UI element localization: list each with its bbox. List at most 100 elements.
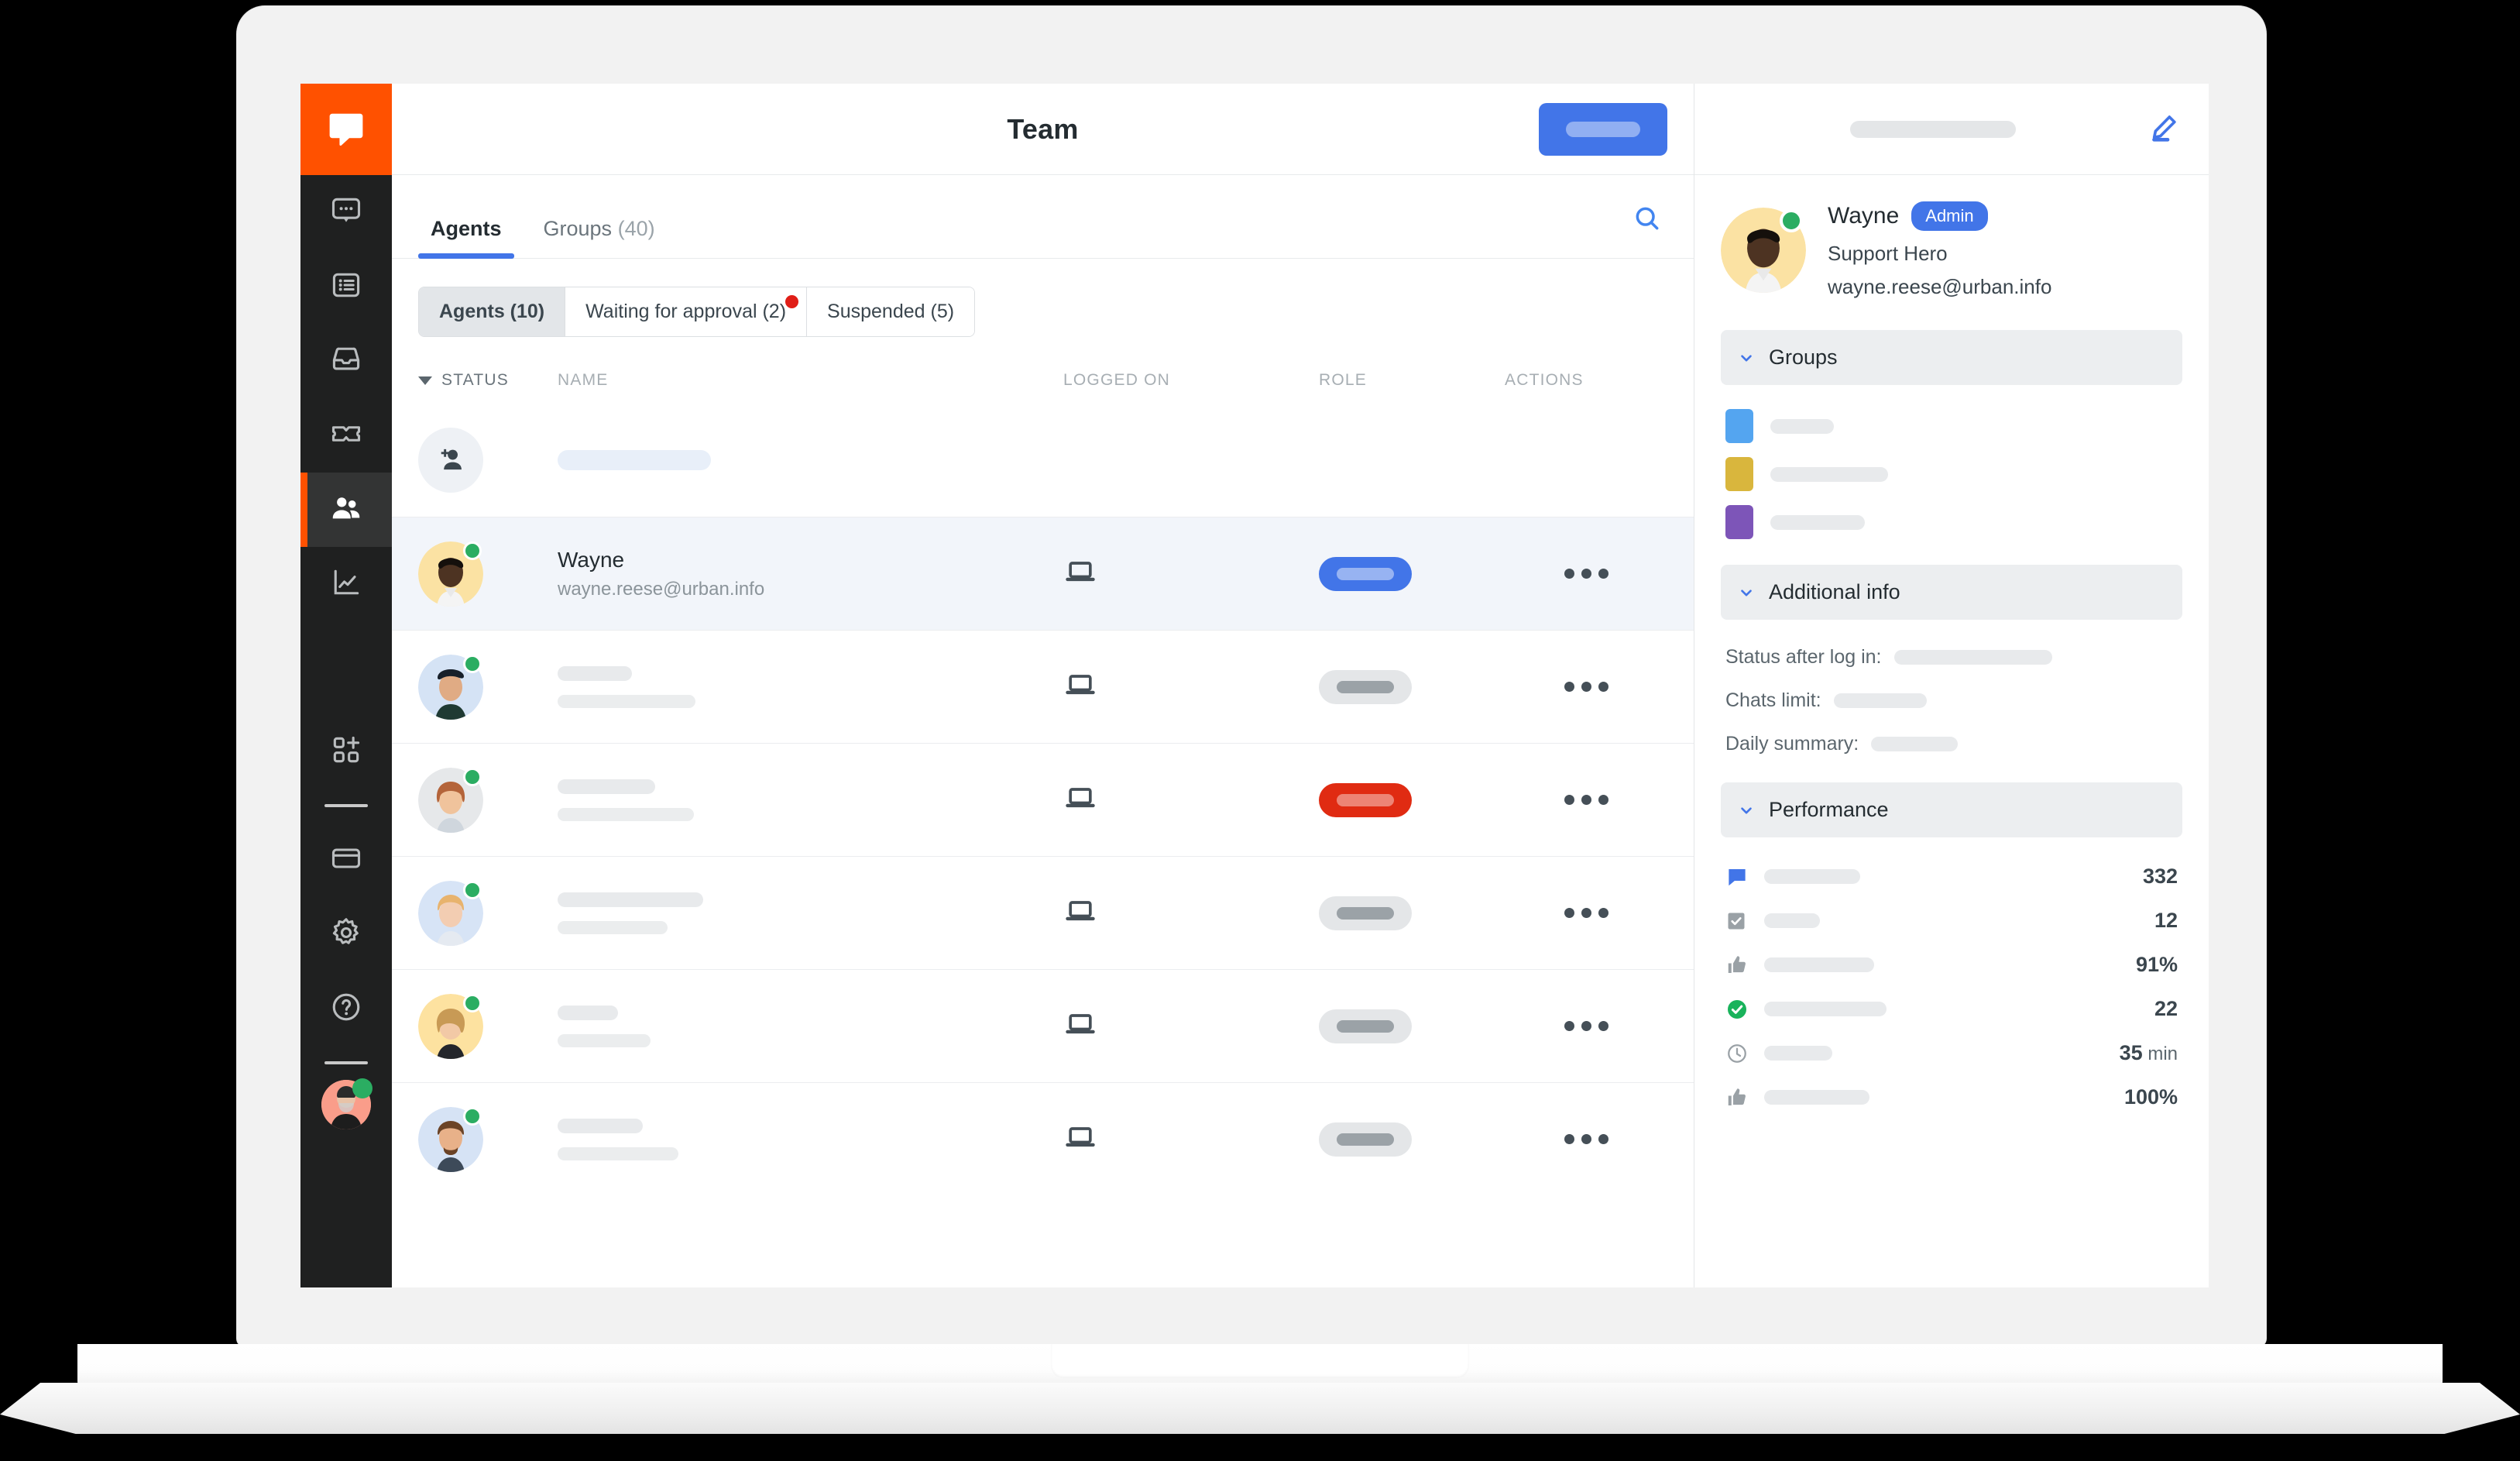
laptop-icon bbox=[1063, 1014, 1097, 1044]
metric-row: 91% bbox=[1725, 943, 2178, 987]
redacted-group-name bbox=[1770, 514, 1865, 530]
checkbox-grey-icon bbox=[1725, 910, 1760, 932]
table-row[interactable] bbox=[392, 743, 1694, 856]
laptop-icon bbox=[1063, 1127, 1097, 1157]
apps-plus-icon bbox=[329, 733, 363, 771]
agent-details-panel: Wayne Admin Support Hero wayne.reese@urb… bbox=[1694, 84, 2209, 1287]
tab-groups[interactable]: Groups (40) bbox=[531, 217, 668, 258]
table-row[interactable] bbox=[392, 856, 1694, 969]
row-logged-cell bbox=[1063, 1120, 1319, 1158]
row-role-cell bbox=[1319, 669, 1505, 704]
tab-agents[interactable]: Agents bbox=[418, 217, 514, 259]
notification-dot-icon bbox=[785, 295, 799, 308]
gear-icon bbox=[329, 916, 363, 954]
column-header-name: NAME bbox=[558, 371, 609, 389]
table-row[interactable] bbox=[392, 630, 1694, 743]
status-dot-online bbox=[463, 993, 482, 1012]
role-badge bbox=[1319, 1009, 1412, 1043]
metric-row: 35 min bbox=[1725, 1031, 2178, 1075]
column-header-logged-on: LOGGED ON bbox=[1063, 371, 1170, 389]
redacted-panel-title bbox=[1850, 120, 2016, 138]
add-agent-row[interactable] bbox=[392, 404, 1694, 517]
metric-unit: min bbox=[2142, 1043, 2178, 1064]
table-row[interactable] bbox=[392, 969, 1694, 1082]
redacted-label bbox=[1566, 121, 1640, 137]
main-content: Team Agents Groups (40) Agents (10) Wait… bbox=[392, 84, 1694, 1287]
edit-agent-button[interactable] bbox=[2145, 109, 2182, 149]
sort-caret-icon bbox=[418, 376, 432, 385]
clock-icon bbox=[1725, 1042, 1760, 1065]
more-dots-icon[interactable] bbox=[1564, 1021, 1608, 1031]
search-button[interactable] bbox=[1627, 198, 1667, 241]
list-item[interactable] bbox=[1725, 402, 2178, 450]
avatar bbox=[418, 767, 483, 833]
redacted-agent-email bbox=[558, 694, 695, 708]
agent-name: Wayne bbox=[558, 547, 625, 572]
content-topbar: Team bbox=[392, 84, 1694, 175]
more-dots-icon[interactable] bbox=[1564, 795, 1608, 805]
groups-list bbox=[1721, 385, 2182, 557]
filter-label: Agents (10) bbox=[439, 301, 545, 322]
redacted-label bbox=[1337, 1019, 1394, 1033]
sidebar-item-billing[interactable] bbox=[300, 823, 392, 897]
search-icon bbox=[1632, 207, 1663, 236]
info-row: Chats limit: bbox=[1725, 679, 2178, 722]
row-actions-cell bbox=[1505, 1021, 1667, 1031]
sidebar-item-team[interactable] bbox=[300, 473, 392, 547]
info-label: Daily summary: bbox=[1725, 732, 1859, 755]
redacted-group-name bbox=[1770, 466, 1888, 482]
redacted-info-value bbox=[1893, 649, 2052, 665]
row-logged-cell bbox=[1063, 1007, 1319, 1045]
sidebar-item-reports[interactable] bbox=[300, 547, 392, 621]
sidebar-item-apps[interactable] bbox=[300, 714, 392, 789]
section-additional-info-header[interactable]: Additional info bbox=[1721, 565, 2182, 620]
redacted-agent-name bbox=[558, 1118, 643, 1133]
add-agent-button[interactable] bbox=[1539, 102, 1667, 156]
livechat-logo-icon[interactable] bbox=[300, 84, 392, 175]
table-row[interactable]: Wayne wayne.reese@urban.info bbox=[392, 517, 1694, 630]
row-avatar-cell bbox=[418, 767, 558, 833]
more-dots-icon[interactable] bbox=[1564, 569, 1608, 579]
status-badge: Admin bbox=[1911, 201, 1988, 231]
tab-count: (40) bbox=[617, 217, 655, 240]
app-window: Team Agents Groups (40) Agents (10) Wait… bbox=[300, 84, 2209, 1287]
sidebar-item-chats[interactable] bbox=[300, 175, 392, 249]
check-circle-icon bbox=[1725, 998, 1760, 1021]
table-header-row: STATUS NAME LOGGED ON ROLE ACTIONS bbox=[392, 357, 1694, 404]
more-dots-icon[interactable] bbox=[1564, 908, 1608, 918]
agents-table: STATUS NAME LOGGED ON ROLE ACTIONS Wayne… bbox=[392, 357, 1694, 1195]
more-dots-icon[interactable] bbox=[1564, 682, 1608, 692]
redacted-metric-label bbox=[1764, 1090, 1869, 1105]
sidebar-item-settings[interactable] bbox=[300, 897, 392, 971]
sidebar-item-tickets[interactable] bbox=[300, 398, 392, 473]
list-item[interactable] bbox=[1725, 450, 2178, 498]
redacted-info-value bbox=[1871, 736, 1959, 751]
redacted-metric-label bbox=[1764, 957, 1874, 972]
row-role-cell bbox=[1319, 1122, 1505, 1157]
row-logged-cell bbox=[1063, 668, 1319, 706]
row-name-cell bbox=[558, 779, 1063, 821]
more-dots-icon[interactable] bbox=[1564, 1134, 1608, 1144]
thumb-up-grey-icon bbox=[1725, 954, 1760, 977]
redacted-agent-email bbox=[558, 920, 668, 934]
table-row[interactable] bbox=[392, 1082, 1694, 1195]
profile-role: Support Hero bbox=[1828, 242, 1948, 265]
filter-suspended[interactable]: Suspended (5) bbox=[807, 287, 975, 336]
sidebar-item-archives[interactable] bbox=[300, 324, 392, 398]
sidebar-item-help[interactable] bbox=[300, 971, 392, 1046]
filter-waiting-approval[interactable]: Waiting for approval (2) bbox=[565, 287, 808, 336]
current-user-avatar[interactable] bbox=[321, 1078, 373, 1129]
info-row: Status after log in: bbox=[1725, 635, 2178, 679]
sidebar-item-tickets-list[interactable] bbox=[300, 249, 392, 324]
section-performance-header[interactable]: Performance bbox=[1721, 782, 2182, 837]
role-badge bbox=[1319, 782, 1412, 817]
role-badge bbox=[1319, 669, 1412, 704]
column-header-status[interactable]: STATUS bbox=[418, 371, 558, 390]
chevron-down-icon bbox=[1738, 584, 1755, 601]
tab-label: Agents bbox=[431, 217, 502, 240]
section-groups-header[interactable]: Groups bbox=[1721, 330, 2182, 385]
list-item[interactable] bbox=[1725, 498, 2178, 546]
laptop-screen: Team Agents Groups (40) Agents (10) Wait… bbox=[300, 84, 2209, 1287]
filter-agents[interactable]: Agents (10) bbox=[419, 287, 566, 336]
filter-bar: Agents (10) Waiting for approval (2) Sus… bbox=[392, 259, 1694, 337]
